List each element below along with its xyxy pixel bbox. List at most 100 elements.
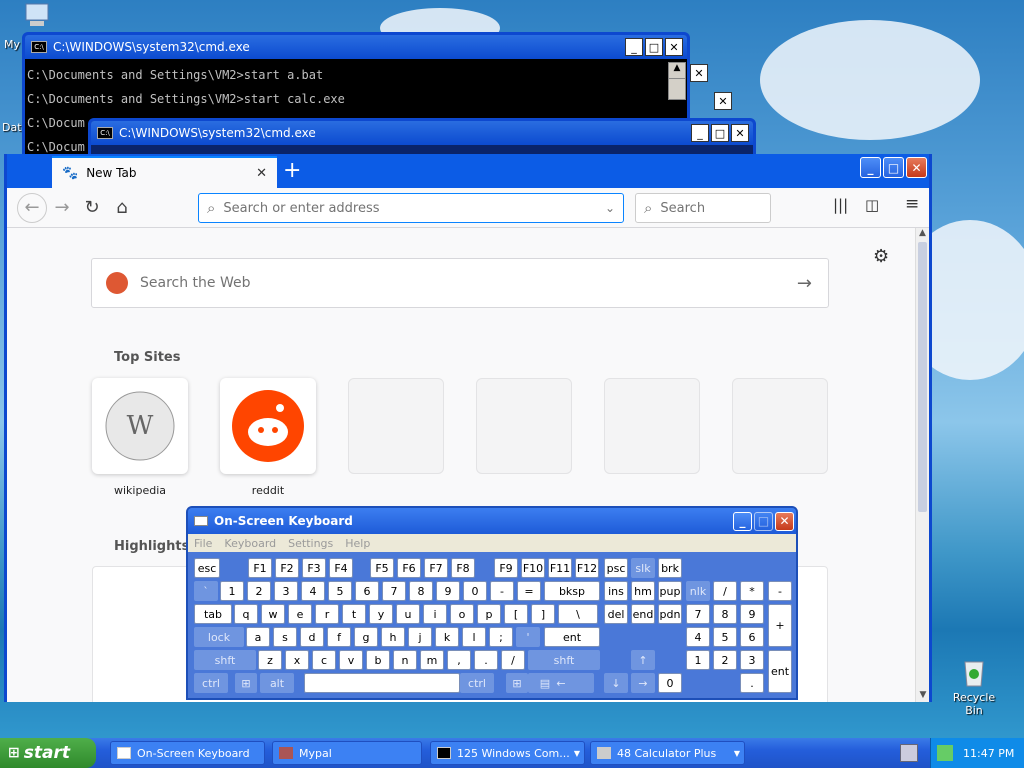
close-button[interactable]: ✕: [775, 511, 794, 531]
forward-button[interactable]: →: [47, 193, 77, 223]
minimize-button[interactable]: _: [733, 511, 752, 531]
osk-key[interactable]: *: [740, 581, 764, 601]
minimize-button[interactable]: _: [860, 157, 881, 178]
top-site-tile-empty[interactable]: [348, 378, 444, 474]
start-button[interactable]: ⊞ start: [0, 738, 96, 768]
osk-key[interactable]: k: [435, 627, 459, 647]
osk-key[interactable]: 5: [713, 627, 737, 647]
osk-key[interactable]: hm: [631, 581, 655, 601]
osk-key[interactable]: F7: [424, 558, 448, 578]
osk-key[interactable]: bksp: [544, 581, 600, 601]
osk-key[interactable]: 7: [686, 604, 710, 624]
close-button[interactable]: ✕: [731, 124, 749, 142]
my-computer-icon[interactable]: [22, 2, 54, 31]
close-tab-icon[interactable]: ✕: [256, 166, 267, 181]
osk-key[interactable]: 8: [409, 581, 433, 601]
close-button[interactable]: ✕: [906, 157, 927, 178]
minimize-button[interactable]: _: [625, 38, 643, 56]
close-button[interactable]: ✕: [690, 64, 708, 82]
osk-key[interactable]: p: [477, 604, 501, 624]
osk-key[interactable]: ↑: [631, 650, 655, 670]
menu-icon[interactable]: ≡: [905, 194, 919, 214]
osk-key[interactable]: ]: [531, 604, 555, 624]
osk-key[interactable]: +: [768, 604, 792, 647]
cmd-window-1-titlebar[interactable]: C:\ C:\WINDOWS\system32\cmd.exe _ □ ✕: [25, 35, 687, 59]
keyboard-tray-icon[interactable]: [900, 744, 918, 762]
osk-key[interactable]: ent: [544, 627, 600, 647]
osk-key[interactable]: [: [504, 604, 528, 624]
reload-button[interactable]: ↻: [77, 193, 107, 223]
osk-key[interactable]: F8: [451, 558, 475, 578]
osk-key[interactable]: 7: [382, 581, 406, 601]
osk-key[interactable]: 9: [740, 604, 764, 624]
osk-key[interactable]: =: [517, 581, 541, 601]
osk-key[interactable]: ': [516, 627, 540, 647]
chevron-down-icon[interactable]: ⌄: [605, 201, 615, 215]
sidebar-icon[interactable]: ◫: [865, 196, 879, 214]
osk-key[interactable]: 3: [740, 650, 764, 670]
osk-key[interactable]: f: [327, 627, 351, 647]
osk-key[interactable]: ctrl: [460, 673, 494, 693]
osk-key[interactable]: esc: [194, 558, 220, 578]
osk-key[interactable]: nlk: [686, 581, 710, 601]
menu-settings[interactable]: Settings: [288, 537, 333, 550]
osk-key[interactable]: psc: [604, 558, 628, 578]
osk-key[interactable]: y: [369, 604, 393, 624]
osk-key[interactable]: `: [194, 581, 218, 601]
osk-key[interactable]: alt: [260, 673, 294, 693]
osk-key[interactable]: del: [604, 604, 628, 624]
windows-logo-icon[interactable]: ⊞: [506, 673, 528, 693]
page-scrollbar[interactable]: ▲ ▼: [915, 228, 929, 702]
close-button[interactable]: ✕: [714, 92, 732, 110]
url-bar[interactable]: ⌕ Search or enter address ⌄: [198, 193, 624, 223]
osk-key[interactable]: 0: [658, 673, 682, 693]
cmd-scrollbar[interactable]: ▲: [668, 62, 686, 100]
osk-key[interactable]: 0: [463, 581, 487, 601]
osk-key[interactable]: 9: [436, 581, 460, 601]
cmd-window-2-titlebar[interactable]: C:\ C:\WINDOWS\system32\cmd.exe _ □ ✕: [91, 121, 753, 145]
osk-key[interactable]: t: [342, 604, 366, 624]
osk-key[interactable]: /: [501, 650, 525, 670]
taskbar-item-calculator-group[interactable]: 48 Calculator Plus ▼: [590, 741, 745, 765]
maximize-button[interactable]: □: [711, 124, 729, 142]
osk-key[interactable]: F11: [548, 558, 572, 578]
osk-key[interactable]: F3: [302, 558, 326, 578]
osk-key[interactable]: v: [339, 650, 363, 670]
osk-key[interactable]: r: [315, 604, 339, 624]
osk-key[interactable]: 2: [247, 581, 271, 601]
top-site-tile-wikipedia[interactable]: W: [92, 378, 188, 474]
home-button[interactable]: ⌂: [107, 193, 137, 223]
osk-key[interactable]: ins: [604, 581, 628, 601]
back-button[interactable]: ←: [17, 192, 47, 223]
osk-key[interactable]: /: [713, 581, 737, 601]
osk-key[interactable]: x: [285, 650, 309, 670]
search-bar[interactable]: ⌕ Search: [635, 193, 771, 223]
osk-key[interactable]: 3: [274, 581, 298, 601]
osk-key[interactable]: w: [261, 604, 285, 624]
osk-key[interactable]: 1: [220, 581, 244, 601]
osk-key[interactable]: i: [423, 604, 447, 624]
close-button[interactable]: ✕: [665, 38, 683, 56]
osk-key[interactable]: 2: [713, 650, 737, 670]
osk-key[interactable]: q: [234, 604, 258, 624]
new-tab-button[interactable]: +: [283, 158, 301, 183]
osk-key[interactable]: 6: [740, 627, 764, 647]
osk-titlebar[interactable]: On-Screen Keyboard _ □ ✕: [188, 508, 796, 534]
osk-key[interactable]: F10: [521, 558, 545, 578]
osk-key[interactable]: 6: [355, 581, 379, 601]
osk-key[interactable]: ent: [768, 650, 792, 693]
osk-key[interactable]: lock: [194, 627, 244, 647]
scroll-up-icon[interactable]: ▲: [669, 63, 685, 79]
osk-key[interactable]: shft: [194, 650, 256, 670]
minimize-button[interactable]: _: [691, 124, 709, 142]
osk-key[interactable]: l: [462, 627, 486, 647]
osk-key[interactable]: →: [631, 673, 655, 693]
maximize-button[interactable]: □: [645, 38, 663, 56]
osk-key[interactable]: 8: [713, 604, 737, 624]
osk-key[interactable]: 1: [686, 650, 710, 670]
taskbar-item-cmd-group[interactable]: 125 Windows Com... ▼: [430, 741, 585, 765]
on-screen-keyboard-window[interactable]: On-Screen Keyboard _ □ ✕ File Keyboard S…: [186, 506, 798, 700]
gear-icon[interactable]: ⚙: [873, 246, 889, 267]
osk-key[interactable]: m: [420, 650, 444, 670]
windows-logo-icon[interactable]: ⊞: [235, 673, 257, 693]
